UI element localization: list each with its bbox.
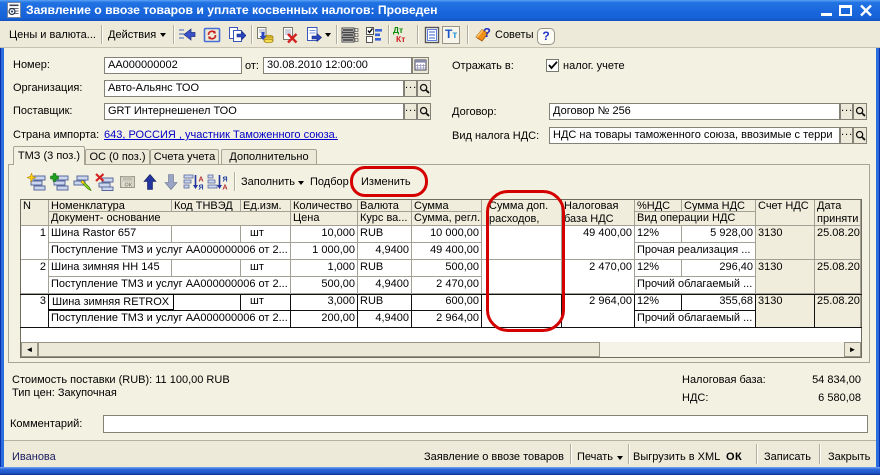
svg-text:ОК: ОК xyxy=(125,183,133,189)
svg-text:Я: Я xyxy=(199,185,204,192)
svg-text:Я: Я xyxy=(223,177,228,184)
svg-text:А: А xyxy=(199,177,204,184)
svg-text:А: А xyxy=(223,185,228,192)
